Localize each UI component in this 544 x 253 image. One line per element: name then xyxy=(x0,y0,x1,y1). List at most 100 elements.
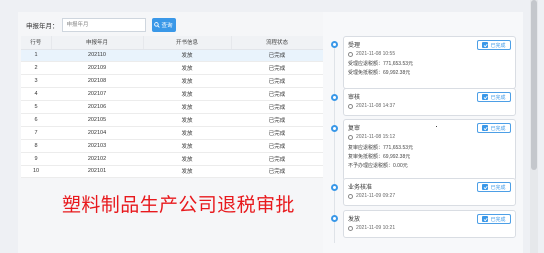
cell-row-no: 2 xyxy=(21,61,51,76)
table-row[interactable]: 1 202110 发放 已完成 xyxy=(21,49,323,63)
cell-row-no: 10 xyxy=(21,165,51,179)
cell-row-no: 5 xyxy=(21,100,51,114)
step-detail: 复审应退税额：771,653.53元 xyxy=(348,145,414,151)
check-icon xyxy=(482,42,489,48)
search-input[interactable]: 申报年月 xyxy=(61,18,146,32)
cell-month: 202104 xyxy=(51,126,143,140)
cell-status: 已完成 xyxy=(231,139,323,153)
timeline-step-accept[interactable]: 受理 已完成 2021-11-08 10:55 受理应退税额：771,653.5… xyxy=(343,36,516,89)
cell-month: 202107 xyxy=(51,87,143,102)
step-detail: 复审免抵税额：69,992.38元 xyxy=(348,154,411,160)
table-row[interactable]: 9 202102 发放 已完成 xyxy=(21,152,323,166)
table-row[interactable]: 6 202105 发放 已完成 xyxy=(21,113,323,127)
table-header-row: 行号 申报年月 开书信息 流程状态 xyxy=(21,36,324,50)
step-title: 受理 xyxy=(348,43,361,49)
cell-status: 已完成 xyxy=(231,100,323,114)
page-scrollbar[interactable] xyxy=(530,0,538,253)
timeline-dot xyxy=(331,94,338,101)
cell-row-no: 6 xyxy=(21,113,51,127)
cell-month: 202109 xyxy=(51,61,143,76)
step-detail: 受理应退税额：771,653.53元 xyxy=(348,61,414,67)
scrollbar-thumb[interactable] xyxy=(531,0,537,170)
cell-status: 已完成 xyxy=(231,74,323,89)
table-row[interactable]: 3 202108 发放 已完成 xyxy=(21,74,323,89)
clock-icon xyxy=(348,193,353,199)
step-time: 2021-11-08 10:55 xyxy=(348,51,395,57)
search-button[interactable]: 查询 xyxy=(151,18,176,32)
col-header-row-no[interactable]: 行号 xyxy=(21,36,52,50)
step-title: 审核 xyxy=(348,95,361,101)
table-row[interactable]: 4 202107 发放 已完成 xyxy=(21,87,323,102)
cell-month: 202106 xyxy=(51,100,143,114)
step-detail: 不予办理应退税额：0.00元 xyxy=(348,163,408,169)
table-row[interactable]: 8 202103 发放 已完成 xyxy=(21,139,323,153)
timeline-step-review[interactable]: 审核 已完成 2021-11-08 14:37 xyxy=(343,88,516,116)
timeline-step-approve[interactable]: 业务核准 已完成 2021-11-09 09:27 xyxy=(343,178,516,206)
step-time: 2021-11-08 15:12 xyxy=(348,134,395,140)
cell-info: 发放 xyxy=(143,100,231,114)
cell-row-no: 7 xyxy=(21,126,51,140)
cell-month: 202105 xyxy=(51,113,143,127)
step-time-text: 2021-11-09 10:21 xyxy=(356,225,396,231)
cell-info: 发放 xyxy=(143,61,231,76)
timeline-step-issue[interactable]: 发放 已完成 2021-11-09 10:21 xyxy=(343,210,516,238)
col-header-month[interactable]: 申报年月 xyxy=(51,36,144,50)
clock-icon xyxy=(348,51,353,57)
step-time-text: 2021-11-09 09:27 xyxy=(356,193,396,199)
table-row[interactable]: 2 202109 发放 已完成 xyxy=(21,61,323,76)
cell-info: 发放 xyxy=(143,74,231,89)
clock-icon xyxy=(348,134,353,140)
cell-month: 202102 xyxy=(51,152,143,166)
step-detail: 受理免抵税额：69,992.38元 xyxy=(348,70,411,76)
step-title: 发放 xyxy=(348,217,361,223)
step-time: 2021-11-09 10:21 xyxy=(348,225,395,231)
check-icon xyxy=(482,94,489,100)
search-label: 申报年月： xyxy=(26,23,59,30)
status-badge: 已完成 xyxy=(477,182,511,192)
cell-info: 发放 xyxy=(143,49,231,63)
timeline-dot xyxy=(331,184,338,191)
cell-status: 已完成 xyxy=(231,61,323,76)
cell-status: 已完成 xyxy=(231,49,323,63)
cell-month: 202103 xyxy=(51,139,143,153)
clock-icon xyxy=(348,225,353,231)
timeline-step-recheck[interactable]: 复审 已完成 2021-11-08 15:12 复审应退税额：771,653.5… xyxy=(343,119,516,181)
step-time-text: 2021-11-08 10:55 xyxy=(356,51,396,57)
status-badge: 已完成 xyxy=(477,123,511,133)
table-row[interactable]: 5 202106 发放 已完成 xyxy=(21,100,323,114)
watermark-caption: 塑料制品生产公司退税审批 xyxy=(62,194,295,216)
search-bar: 申报年月： 申报年月 查询 xyxy=(26,17,176,33)
col-header-info[interactable]: 开书信息 xyxy=(143,36,232,50)
cell-row-no: 9 xyxy=(21,152,51,166)
status-badge: 已完成 xyxy=(477,92,511,102)
clock-icon xyxy=(348,103,353,109)
cell-status: 已完成 xyxy=(231,126,323,140)
check-icon xyxy=(482,216,489,222)
search-button-label: 查询 xyxy=(161,23,173,29)
cell-info: 发放 xyxy=(143,139,231,153)
cell-row-no: 3 xyxy=(21,74,51,89)
status-text: 已完成 xyxy=(490,42,506,49)
cell-info: 发放 xyxy=(143,113,231,127)
cell-row-no: 1 xyxy=(21,49,51,63)
col-header-status[interactable]: 流程状态 xyxy=(231,36,324,50)
cell-month: 202110 xyxy=(51,49,143,63)
step-time: 2021-11-08 14:37 xyxy=(348,103,395,109)
approval-timeline-panel: 受理 已完成 2021-11-08 10:55 受理应退税额：771,653.5… xyxy=(323,12,523,253)
table-row[interactable]: 7 202104 发放 已完成 xyxy=(21,126,323,140)
stray-dot xyxy=(436,126,437,127)
status-badge: 已完成 xyxy=(477,214,511,224)
table-row[interactable]: 10 202101 发放 已完成 xyxy=(21,165,323,179)
step-title: 业务核准 xyxy=(348,185,373,191)
timeline-dot xyxy=(331,125,338,132)
step-time: 2021-11-09 09:27 xyxy=(348,193,395,199)
cell-row-no: 4 xyxy=(21,87,51,102)
step-time-text: 2021-11-08 15:12 xyxy=(356,134,396,140)
status-text: 已完成 xyxy=(490,184,506,191)
declaration-table: 行号 申报年月 开书信息 流程状态 1 202110 发放 已完成 2 202109 发放… xyxy=(21,36,324,179)
step-time-text: 2021-11-08 14:37 xyxy=(356,103,396,109)
cell-info: 发放 xyxy=(143,126,231,140)
cell-info: 发放 xyxy=(143,152,231,166)
step-title: 复审 xyxy=(348,126,361,132)
cell-status: 已完成 xyxy=(231,152,323,166)
